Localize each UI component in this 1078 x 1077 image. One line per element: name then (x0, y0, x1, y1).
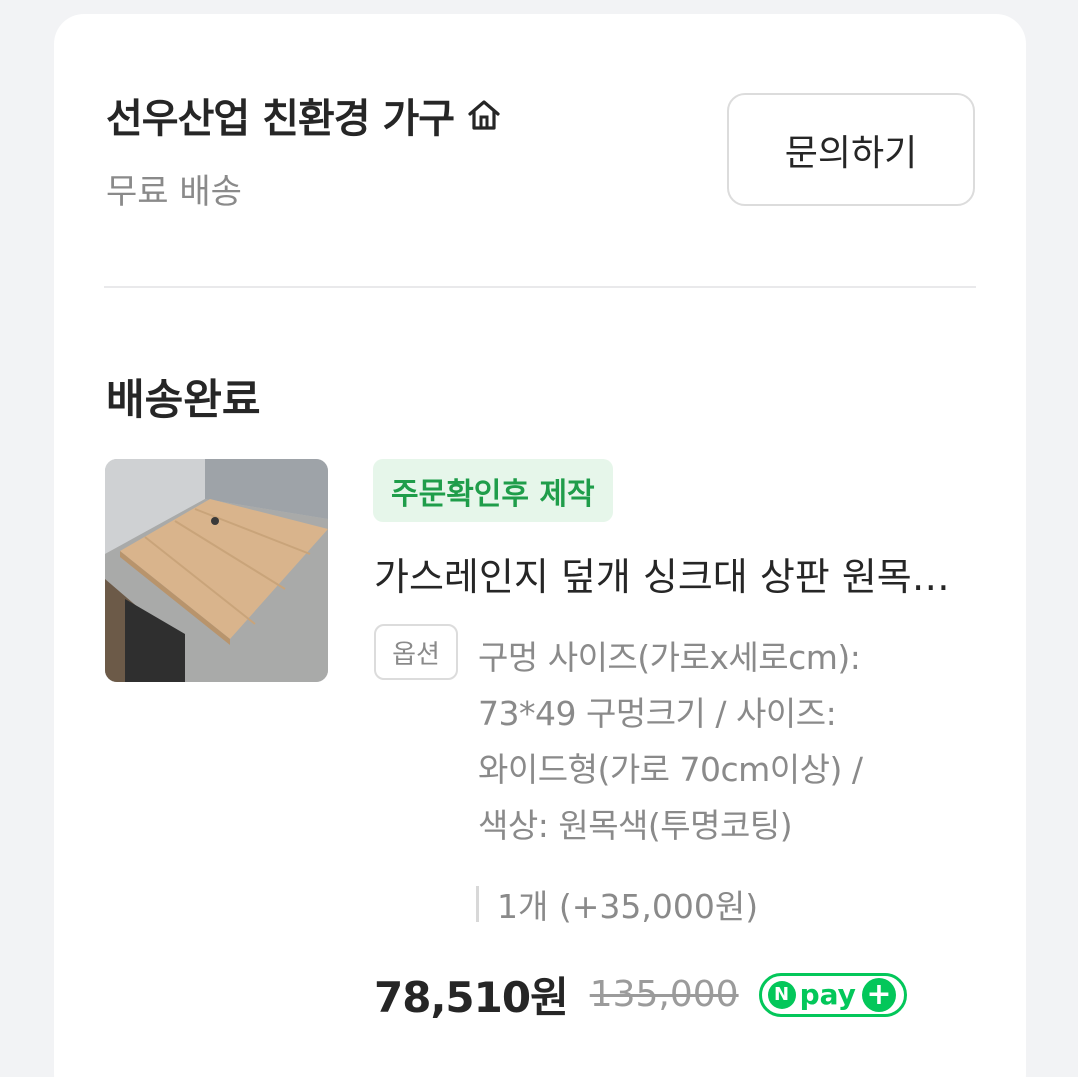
store-name[interactable]: 선우산업 친환경 가구 (106, 86, 455, 144)
shipping-info: 무료 배송 (106, 172, 242, 212)
quantity-separator (476, 886, 479, 922)
option-line: 구멍 사이즈(가로x세로cm): (478, 638, 861, 677)
option-line: 와이드형(가로 70cm이상) / (478, 750, 863, 789)
made-to-order-badge: 주문확인후 제작 (373, 459, 613, 522)
quantity-line: 1개 (+35,000원) (476, 880, 758, 928)
order-card: 선우산업 친환경 가구 무료 배송 문의하기 배송완료 주문확인후 제작 가스레… (54, 14, 1026, 1077)
plus-icon: + (861, 977, 896, 1012)
order-status: 배송완료 (106, 375, 261, 424)
npay-label: pay (799, 978, 856, 1011)
npay-n-icon: N (767, 980, 796, 1009)
option-line: 73*49 구멍크기 / 사이즈: (478, 694, 837, 733)
npay-badge[interactable]: N pay + (758, 972, 907, 1017)
store-header[interactable]: 선우산업 친환경 가구 (106, 86, 504, 144)
option-line: 색상: 원목색(투명코팅) (478, 806, 793, 845)
sale-price: 78,510원 (374, 973, 569, 1022)
option-details: 구멍 사이즈(가로x세로cm): 73*49 구멍크기 / 사이즈: 와이드형(… (478, 630, 978, 854)
divider (104, 286, 976, 288)
home-icon[interactable] (464, 95, 504, 135)
product-image[interactable] (105, 459, 328, 682)
option-tag: 옵션 (374, 624, 458, 680)
inquiry-button[interactable]: 문의하기 (727, 93, 975, 206)
quantity-text: 1개 (+35,000원) (497, 887, 759, 926)
product-name[interactable]: 가스레인지 덮개 싱크대 상판 원목 보드 (374, 546, 954, 601)
original-price: 135,000 (589, 974, 739, 1015)
price-row: 78,510원 135,000 N pay + (374, 964, 907, 1025)
